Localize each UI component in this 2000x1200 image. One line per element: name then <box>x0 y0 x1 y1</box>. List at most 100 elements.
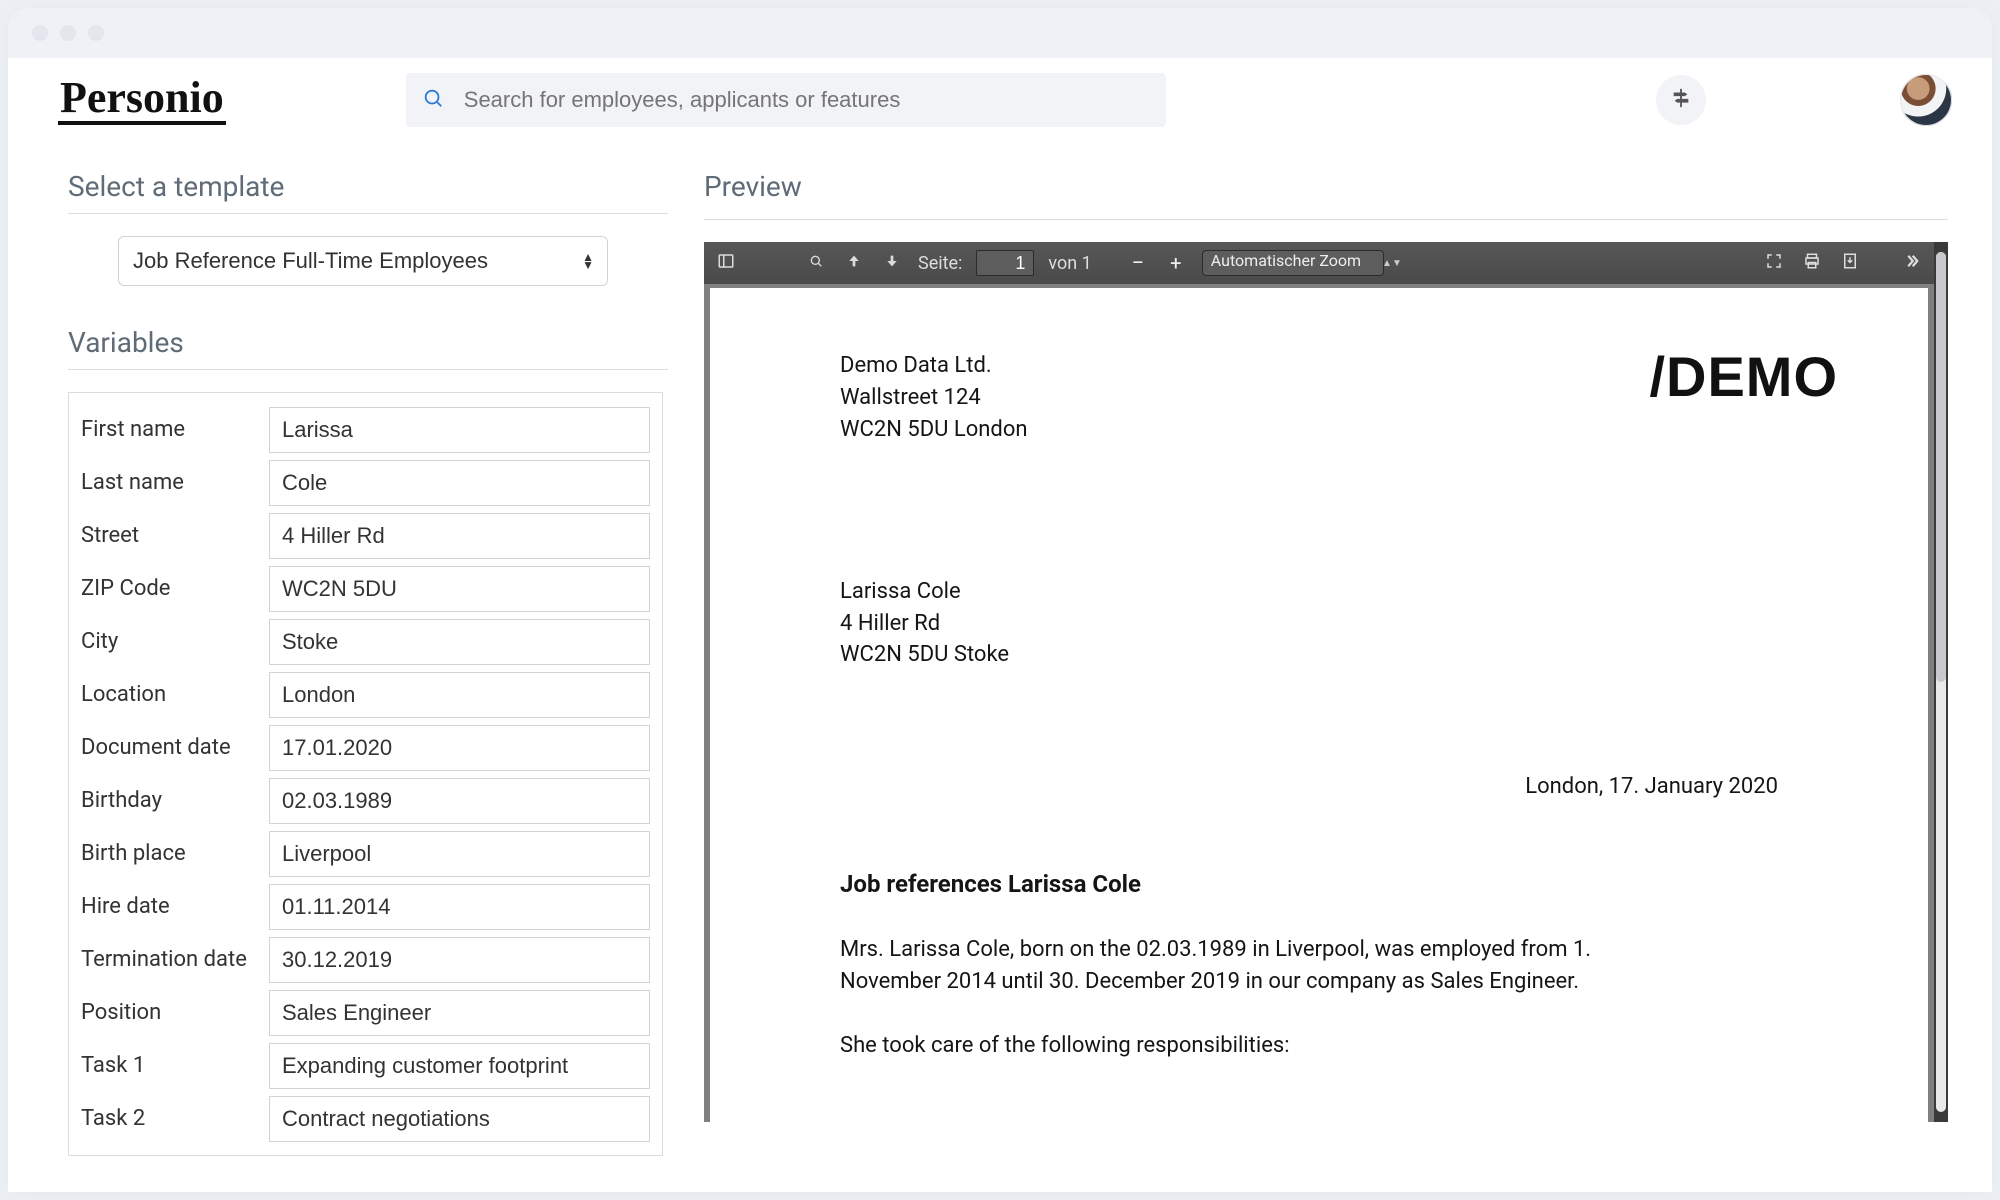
recipient-address: Larissa Cole 4 Hiller Rd WC2N 5DU Stoke <box>840 576 1818 672</box>
print-button[interactable] <box>1800 251 1824 275</box>
variable-label: First name <box>81 417 269 442</box>
content-area: Select a template ▲▼ Variables First nam… <box>8 142 1992 1176</box>
pdf-viewer: Seite: von 1 − + Automatischer Zoom ▲▼ <box>704 242 1948 1122</box>
arrow-down-icon <box>884 253 900 274</box>
chevron-right-icon <box>1902 252 1922 275</box>
variable-label: City <box>81 629 269 654</box>
minus-icon: − <box>1131 251 1144 276</box>
variable-label: Hire date <box>81 894 269 919</box>
template-select[interactable] <box>118 236 608 286</box>
document-date-line: London, 17. January 2020 <box>840 771 1818 803</box>
user-avatar[interactable] <box>1900 74 1952 126</box>
page-total-label: von 1 <box>1048 253 1091 274</box>
variable-input[interactable] <box>269 460 650 506</box>
sidebar-icon <box>717 252 735 275</box>
settings-shortcut-button[interactable] <box>1656 75 1706 125</box>
variables-title: Variables <box>68 326 668 359</box>
recipient-line: WC2N 5DU Stoke <box>840 639 1818 671</box>
zoom-select[interactable]: Automatischer Zoom <box>1202 250 1384 276</box>
select-template-title: Select a template <box>68 170 668 203</box>
variable-row: ZIP Code <box>81 562 650 615</box>
variable-row: Task 1 <box>81 1039 650 1092</box>
variable-input[interactable] <box>269 1043 650 1089</box>
preview-panel: Preview <box>704 142 1948 1176</box>
pdf-page: /DEMO Demo Data Ltd. Wallstreet 124 WC2N… <box>710 288 1928 1122</box>
variable-label: Birth place <box>81 841 269 866</box>
variable-input[interactable] <box>269 831 650 877</box>
variable-input[interactable] <box>269 566 650 612</box>
sidebar-toggle-button[interactable] <box>714 251 738 275</box>
variable-row: Last name <box>81 456 650 509</box>
presentation-button[interactable] <box>1762 251 1786 275</box>
window-close-dot[interactable] <box>32 25 48 41</box>
next-page-button[interactable] <box>880 251 904 275</box>
variable-label: Last name <box>81 470 269 495</box>
pdf-scrollbar[interactable] <box>1936 252 1946 1112</box>
variable-row: Street <box>81 509 650 562</box>
zoom-out-button[interactable]: − <box>1126 251 1150 275</box>
company-line: WC2N 5DU London <box>840 414 1818 446</box>
find-button[interactable] <box>804 251 828 275</box>
variable-input[interactable] <box>269 1096 650 1142</box>
variable-row: Birthday <box>81 774 650 827</box>
variable-input[interactable] <box>269 884 650 930</box>
window-zoom-dot[interactable] <box>88 25 104 41</box>
search-input[interactable] <box>462 86 1150 114</box>
pdf-toolbar: Seite: von 1 − + Automatischer Zoom ▲▼ <box>704 242 1934 284</box>
print-icon <box>1803 252 1821 275</box>
variable-row: Location <box>81 668 650 721</box>
variable-row: Document date <box>81 721 650 774</box>
app-header: Personio <box>8 58 1992 142</box>
document-paragraph: She took care of the following responsib… <box>840 1030 1660 1062</box>
download-icon <box>1841 252 1859 275</box>
chevron-updown-icon: ▲▼ <box>1382 258 1402 269</box>
variable-label: Task 2 <box>81 1106 269 1131</box>
variable-input[interactable] <box>269 778 650 824</box>
variable-input[interactable] <box>269 937 650 983</box>
signpost-icon <box>1670 87 1692 113</box>
divider <box>704 219 1948 220</box>
template-panel: Select a template ▲▼ Variables First nam… <box>68 142 668 1176</box>
watermark: /DEMO <box>1649 336 1838 417</box>
search-icon <box>808 253 824 274</box>
variable-row: Hire date <box>81 880 650 933</box>
variable-input[interactable] <box>269 407 650 453</box>
preview-title: Preview <box>704 170 1948 203</box>
variable-label: Street <box>81 523 269 548</box>
global-search[interactable] <box>406 73 1166 127</box>
variable-row: First name <box>81 403 650 456</box>
window-minimize-dot[interactable] <box>60 25 76 41</box>
variable-input[interactable] <box>269 513 650 559</box>
variable-input[interactable] <box>269 672 650 718</box>
variable-label: ZIP Code <box>81 576 269 601</box>
arrow-up-icon <box>846 253 862 274</box>
variable-label: Termination date <box>81 947 269 972</box>
variables-table: First name Last name Street ZIP Code City Loc… <box>68 392 663 1156</box>
variable-label: Document date <box>81 735 269 760</box>
document-paragraph: Mrs. Larissa Cole, born on the 02.03.198… <box>840 934 1660 998</box>
variable-input[interactable] <box>269 990 650 1036</box>
fullscreen-icon <box>1765 252 1783 275</box>
divider <box>68 369 668 370</box>
divider <box>68 213 668 214</box>
page-number-input[interactable] <box>976 250 1034 276</box>
variable-label: Location <box>81 682 269 707</box>
plus-icon: + <box>1170 251 1181 275</box>
prev-page-button[interactable] <box>842 251 866 275</box>
recipient-line: 4 Hiller Rd <box>840 608 1818 640</box>
zoom-in-button[interactable]: + <box>1164 251 1188 275</box>
pdf-page-area[interactable]: /DEMO Demo Data Ltd. Wallstreet 124 WC2N… <box>704 284 1934 1122</box>
recipient-line: Larissa Cole <box>840 576 1818 608</box>
variable-input[interactable] <box>269 619 650 665</box>
variable-row: Task 2 <box>81 1092 650 1145</box>
variable-label: Task 1 <box>81 1053 269 1078</box>
variable-row: Position <box>81 986 650 1039</box>
scrollbar-thumb[interactable] <box>1936 252 1946 682</box>
download-button[interactable] <box>1838 251 1862 275</box>
variable-row: Birth place <box>81 827 650 880</box>
document-heading: Job references Larissa Cole <box>840 867 1818 902</box>
tools-button[interactable] <box>1900 251 1924 275</box>
variable-input[interactable] <box>269 725 650 771</box>
page-label: Seite: <box>918 253 962 274</box>
app-logo[interactable]: Personio <box>58 75 226 125</box>
